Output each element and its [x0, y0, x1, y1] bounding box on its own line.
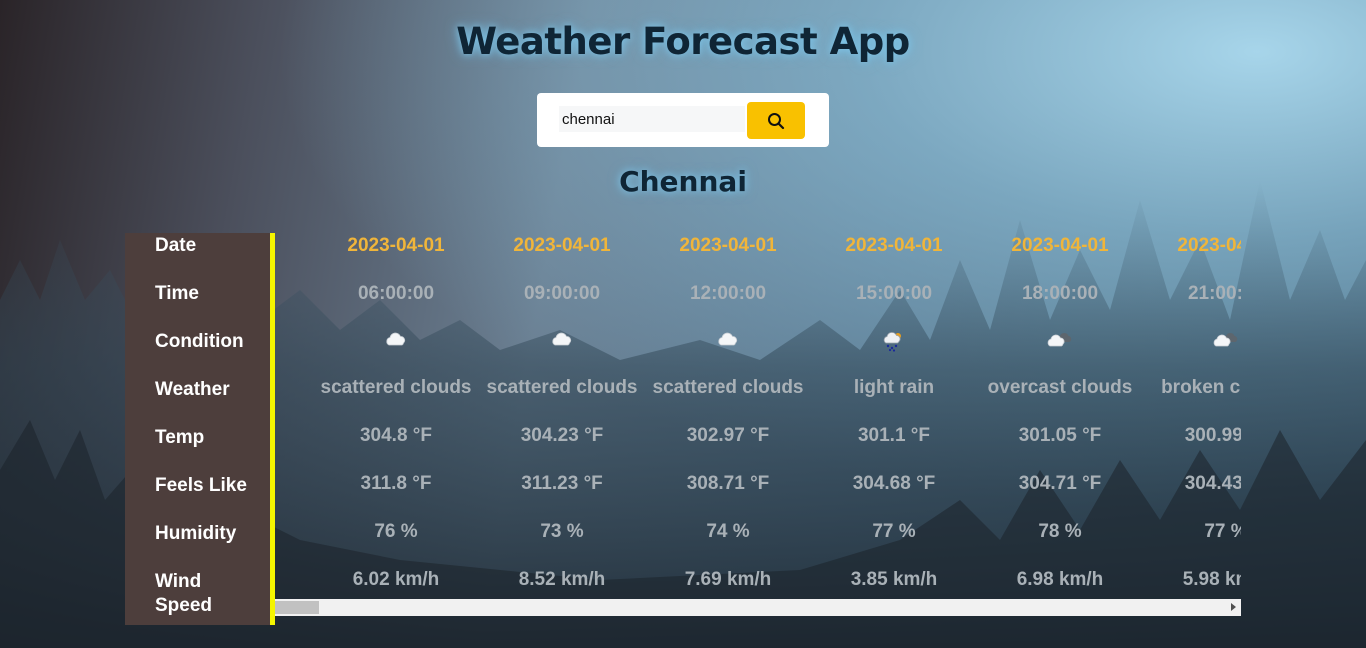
- forecast-weather: scattered clouds: [320, 377, 472, 398]
- row-labels-panel: Date Time Condition Weather Temp Feels L…: [125, 233, 271, 625]
- forecast-temp: 304.8 °F: [359, 425, 433, 446]
- label-time: Time: [155, 283, 200, 304]
- forecast-wind: 7.69 km/h: [684, 569, 772, 590]
- forecast-humidity: 73 %: [540, 521, 584, 542]
- search-input[interactable]: [559, 106, 745, 132]
- label-date: Date: [155, 235, 197, 256]
- forecast-weather: light rain: [853, 377, 935, 398]
- forecast-humidity: 74 %: [706, 521, 750, 542]
- label-humidity: Humidity: [155, 523, 237, 544]
- forecast-humidity: 78 %: [1038, 521, 1082, 542]
- forecast-date: 2023-04-01: [347, 235, 445, 256]
- forecast-time: 15:00:00: [855, 283, 933, 304]
- forecast-humidity: 77 %: [1204, 521, 1241, 542]
- search-box: [537, 93, 829, 147]
- forecast-column: 2023-04-01 12:00:00 scattered clouds 302…: [645, 233, 811, 599]
- forecast-time: 12:00:00: [689, 283, 767, 304]
- scrollbar-thumb[interactable]: [275, 601, 319, 614]
- search-button[interactable]: [747, 102, 805, 139]
- forecast-date: 2023-04-01: [1177, 235, 1241, 256]
- forecast-wind: 6.02 km/h: [352, 569, 440, 590]
- forecast-humidity: 77 %: [872, 521, 916, 542]
- scroll-right-arrow-icon[interactable]: [1231, 603, 1236, 611]
- forecast-temp: 300.99 °F: [1184, 425, 1241, 446]
- forecast-time: 18:00:00: [1021, 283, 1099, 304]
- label-feels-like: Feels Like: [155, 475, 247, 496]
- forecast-temp: 301.05 °F: [1018, 425, 1102, 446]
- forecast-wind: 3.85 km/h: [850, 569, 938, 590]
- forecast-time: 06:00:00: [357, 283, 435, 304]
- forecast-date: 2023-04-01: [1011, 235, 1109, 256]
- forecast-column: 2023-04-01 15:00:00 light rain 301.1 °F …: [811, 233, 977, 599]
- forecast-column: 2023-04-01 18:00:00 overcast clouds 301.…: [977, 233, 1143, 599]
- forecast-date: 2023-04-01: [845, 235, 943, 256]
- cloud-icon: [479, 330, 645, 356]
- forecast-wind: 6.98 km/h: [1016, 569, 1104, 590]
- app-title: Weather Forecast App: [456, 20, 910, 63]
- forecast-weather: scattered clouds: [486, 377, 638, 398]
- search-icon: [768, 112, 785, 129]
- forecast-wind: 5.98 km/h: [1182, 569, 1241, 590]
- forecast-weather: broken clouds: [1161, 377, 1241, 398]
- forecast-feels-like: 311.8 °F: [360, 473, 432, 494]
- forecast-time: 09:00:00: [523, 283, 601, 304]
- label-temp: Temp: [155, 427, 205, 448]
- rain-cloud-icon: [811, 330, 977, 356]
- forecast-weather: overcast clouds: [987, 377, 1133, 398]
- label-condition: Condition: [155, 331, 244, 352]
- forecast-scroll-area[interactable]: 2023-04-01 06:00:00 scattered clouds 304…: [275, 233, 1242, 599]
- cloud-icon: [645, 330, 811, 356]
- label-wind-speed: Wind Speed: [155, 571, 213, 616]
- city-name: Chennai: [619, 165, 747, 198]
- forecast-wind: 8.52 km/h: [518, 569, 606, 590]
- forecast-weather: scattered clouds: [652, 377, 804, 398]
- forecast-column: 2023-04-01 21:00:00 broken clouds 300.99…: [1143, 233, 1241, 599]
- forecast-date: 2023-04-01: [513, 235, 611, 256]
- forecast-temp: 304.23 °F: [520, 425, 604, 446]
- forecast-feels-like: 311.23 °F: [521, 473, 603, 494]
- overcast-cloud-icon: [977, 330, 1143, 356]
- forecast-feels-like: 304.68 °F: [852, 473, 936, 494]
- forecast-date: 2023-04-01: [679, 235, 777, 256]
- forecast-column: 2023-04-01 09:00:00 scattered clouds 304…: [479, 233, 645, 599]
- forecast-feels-like: 304.43 °F: [1184, 473, 1241, 494]
- forecast-column: 2023-04-01 06:00:00 scattered clouds 304…: [313, 233, 479, 599]
- overcast-cloud-icon: [1143, 330, 1241, 356]
- forecast-feels-like: 304.71 °F: [1018, 473, 1102, 494]
- forecast-time: 21:00:00: [1187, 283, 1241, 304]
- forecast-humidity: 76 %: [374, 521, 418, 542]
- horizontal-scrollbar[interactable]: [275, 599, 1241, 616]
- forecast-temp: 301.1 °F: [857, 425, 931, 446]
- forecast-temp: 302.97 °F: [686, 425, 770, 446]
- label-weather: Weather: [155, 379, 230, 400]
- cloud-icon: [313, 330, 479, 356]
- forecast-feels-like: 308.71 °F: [686, 473, 770, 494]
